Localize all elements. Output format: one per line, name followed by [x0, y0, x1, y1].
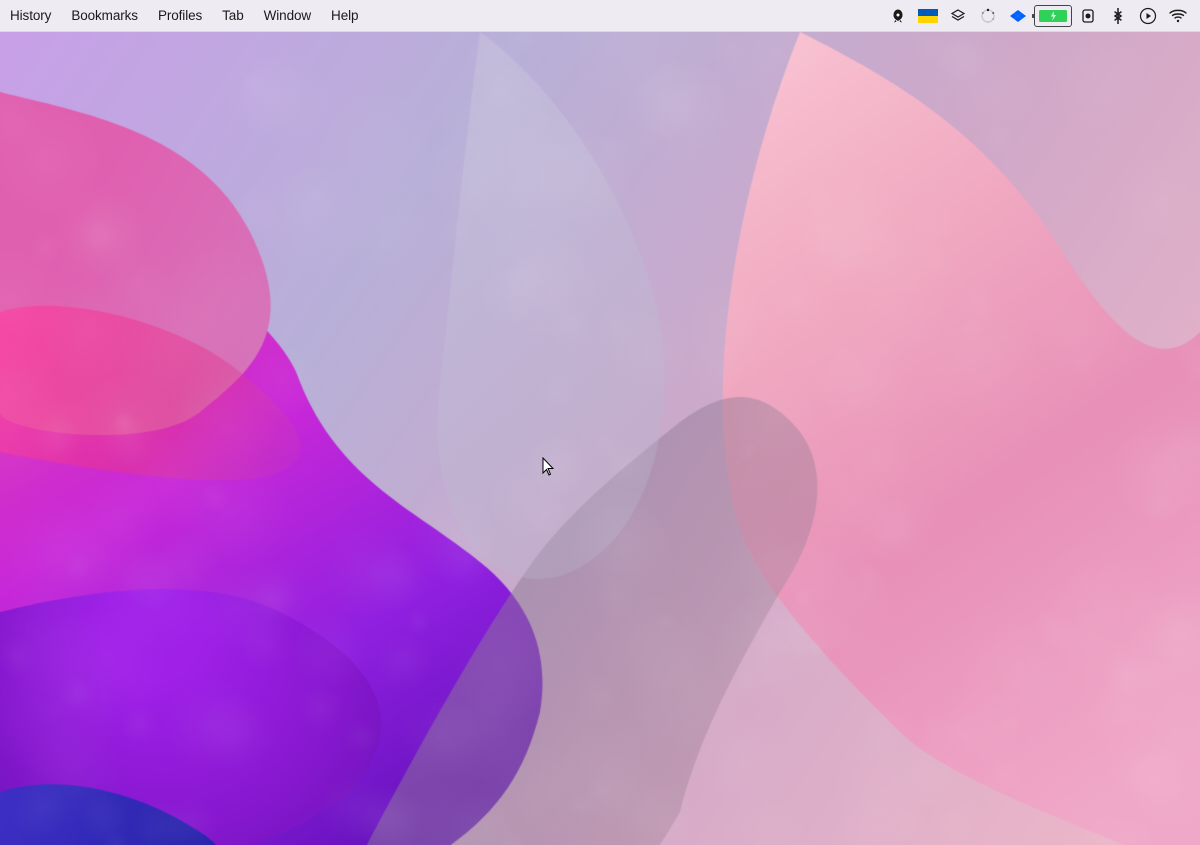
dropbox-icon[interactable]: [1004, 5, 1032, 27]
spinner-icon[interactable]: [974, 5, 1002, 27]
menu-profiles[interactable]: Profiles: [148, 0, 212, 31]
bluetooth-icon[interactable]: [1104, 5, 1132, 27]
media-play-icon[interactable]: [1134, 5, 1162, 27]
charging-icon: [1049, 10, 1057, 22]
menu-help[interactable]: Help: [321, 0, 368, 31]
menu-tab[interactable]: Tab: [212, 0, 253, 31]
screen-recorder-icon[interactable]: [1074, 5, 1102, 27]
menu-bar: History Bookmarks Profiles Tab Window He…: [0, 0, 1200, 32]
battery-indicator[interactable]: [1034, 5, 1072, 27]
desktop-wallpaper: [0, 32, 1200, 845]
wifi-icon[interactable]: [1164, 5, 1192, 27]
layers-icon[interactable]: [944, 5, 972, 27]
menu-history[interactable]: History: [0, 0, 61, 31]
ukraine-flag-icon[interactable]: [914, 5, 942, 27]
rocket-icon[interactable]: [884, 5, 912, 27]
menu-window[interactable]: Window: [254, 0, 321, 31]
menu-bookmarks[interactable]: Bookmarks: [61, 0, 148, 31]
menubar-left: History Bookmarks Profiles Tab Window He…: [0, 0, 368, 31]
menubar-right: [884, 0, 1200, 31]
